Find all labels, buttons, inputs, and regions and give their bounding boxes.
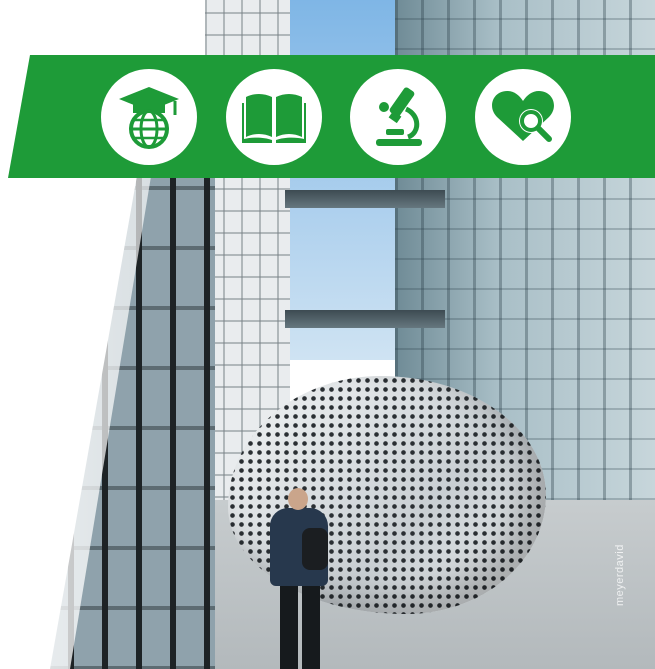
skybridge-upper <box>285 190 445 208</box>
microscope-icon <box>350 69 446 165</box>
person-legs <box>280 580 320 669</box>
person-backpack <box>302 528 328 570</box>
heart-search-icon <box>475 69 571 165</box>
person-head <box>288 488 308 510</box>
open-book-icon <box>226 69 322 165</box>
skybridge-lower <box>285 310 445 328</box>
graduation-globe-icon <box>101 69 197 165</box>
photo-credit: meyerdavid <box>614 544 626 606</box>
